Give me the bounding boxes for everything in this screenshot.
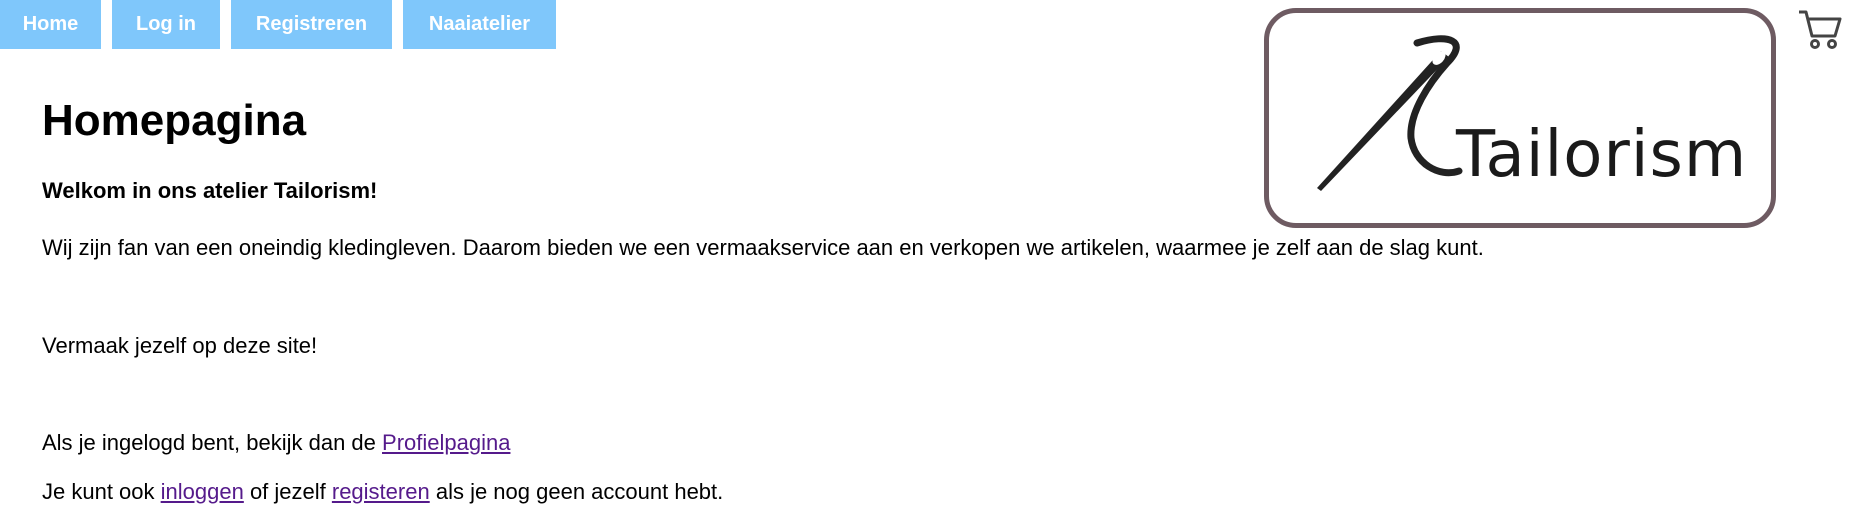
fun-text: Vermaak jezelf op deze site! xyxy=(42,333,318,358)
nav-home[interactable]: Home xyxy=(0,0,101,49)
top-nav: Home Log in Registreren Naaiatelier xyxy=(0,0,567,49)
page-title: Homepagina xyxy=(42,96,307,145)
nav-login[interactable]: Log in xyxy=(112,0,220,49)
intro-text: Wij zijn fan van een oneindig kledinglev… xyxy=(42,235,1484,260)
account-suffix: als je nog geen account hebt. xyxy=(429,479,724,504)
tailorism-logo: Tailorism xyxy=(1264,8,1776,228)
account-middle: of jezelf xyxy=(243,479,332,504)
login-link[interactable]: inloggen xyxy=(161,479,244,504)
nav-naaiatelier[interactable]: Naaiatelier xyxy=(403,0,556,49)
cart-icon[interactable] xyxy=(1797,8,1843,50)
profile-link[interactable]: Profielpagina xyxy=(382,430,510,455)
register-link[interactable]: registeren xyxy=(332,479,430,504)
profile-prefix: Als je ingelogd bent, bekijk dan de xyxy=(42,430,383,455)
profile-line: Als je ingelogd bent, bekijk dan de Prof… xyxy=(42,430,510,456)
account-line: Je kunt ook inloggen of jezelf registere… xyxy=(42,479,723,505)
account-prefix: Je kunt ook xyxy=(42,479,161,504)
nav-register[interactable]: Registreren xyxy=(231,0,392,49)
logo-text: Tailorism xyxy=(1456,118,1748,192)
welcome-text: Welkom in ons atelier Tailorism! xyxy=(42,178,378,203)
